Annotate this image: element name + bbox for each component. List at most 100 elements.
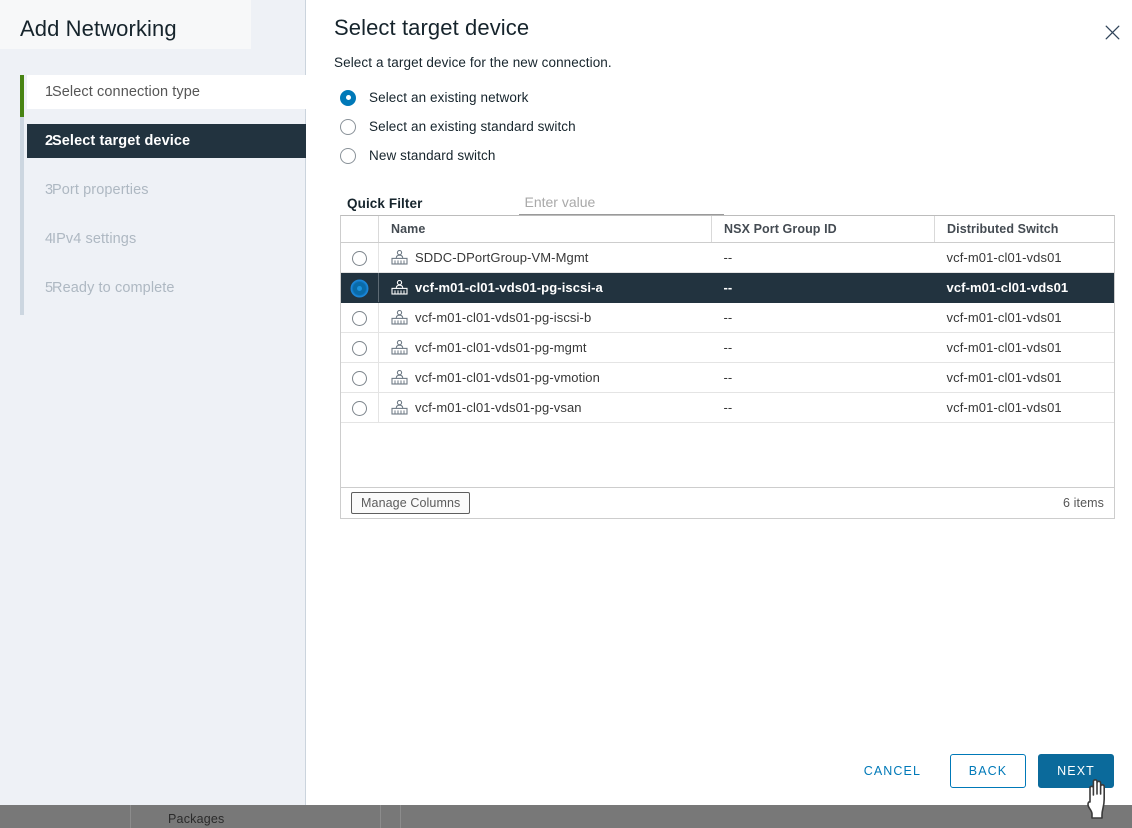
step-label: IPv4 settings [52,231,136,247]
datagrid-head: Name NSX Port Group ID Distributed Switc… [341,216,1114,243]
network-datagrid: Quick Filter Name NSX Port Group ID Dist… [340,177,1115,519]
radio-icon[interactable] [340,119,356,135]
row-radio-icon[interactable] [352,341,367,356]
row-select-cell[interactable] [341,393,379,423]
close-icon[interactable] [1097,17,1127,47]
cell-distributed-switch: vcf-m01-cl01-vds01 [935,243,1115,273]
cell-distributed-switch: vcf-m01-cl01-vds01 [935,393,1115,423]
radio-new-standard-switch[interactable]: New standard switch [340,141,576,170]
background-cell-2 [380,805,400,828]
radio-icon[interactable] [340,148,356,164]
column-header-name[interactable]: Name [379,216,712,243]
table-row[interactable]: vcf-m01-cl01-vds01-pg-vsan --vcf-m01-cl01… [341,393,1114,423]
step-spacer [20,256,306,271]
quick-filter-label: Quick Filter [347,196,422,215]
radio-label: Select an existing network [369,90,528,105]
background-cell-3 [400,805,1132,828]
cell-distributed-switch: vcf-m01-cl01-vds01 [935,363,1115,393]
sidebar-step-ready-to-complete[interactable]: 5 Ready to complete [27,271,306,305]
cell-name-text: SDDC-DPortGroup-VM-Mgmt [415,250,588,265]
row-radio-icon[interactable] [352,251,367,266]
radio-label: Select an existing standard switch [369,119,576,134]
sidebar-step-select-connection-type[interactable]: 1 Select connection type [27,75,306,109]
wizard-steps: 1 Select connection type 2 Select target… [20,75,306,305]
row-radio-icon[interactable] [352,281,367,296]
column-header-select [341,216,379,243]
row-radio-icon[interactable] [352,401,367,416]
row-select-cell[interactable] [341,303,379,333]
cell-nsx-port-group-id: -- [712,243,935,273]
row-select-cell[interactable] [341,243,379,273]
radio-select-existing-standard-switch[interactable]: Select an existing standard switch [340,112,576,141]
step-rail [20,75,24,315]
step-label: Select target device [52,133,190,149]
row-select-cell[interactable] [341,333,379,363]
cell-distributed-switch: vcf-m01-cl01-vds01 [935,303,1115,333]
step-number: 3 [45,182,53,198]
cancel-button[interactable]: CANCEL [847,754,938,788]
row-select-cell[interactable] [341,273,379,303]
row-radio-icon[interactable] [352,311,367,326]
wizard-content: Select target device Select a target dev… [307,0,1132,805]
cell-nsx-port-group-id: -- [712,393,935,423]
step-rail-progress [20,75,24,117]
table-row[interactable]: SDDC-DPortGroup-VM-Mgmt --vcf-m01-cl01-vd… [341,243,1114,273]
radio-select-existing-network[interactable]: Select an existing network [340,83,576,112]
step-number: 4 [45,231,53,247]
table-row[interactable]: vcf-m01-cl01-vds01-pg-iscsi-b--vcf-m01-c… [341,303,1114,333]
table-row[interactable]: vcf-m01-cl01-vds01-pg-iscsi-a--vcf-m01-c… [341,273,1114,303]
cell-name-text: vcf-m01-cl01-vds01-pg-vmotion [415,370,600,385]
datagrid-empty-space [341,423,1114,488]
cell-name: vcf-m01-cl01-vds01-pg-iscsi-a [379,273,712,303]
radio-label: New standard switch [369,148,495,163]
step-label: Select connection type [52,84,200,100]
cell-name-text: vcf-m01-cl01-vds01-pg-mgmt [415,340,587,355]
cell-distributed-switch: vcf-m01-cl01-vds01 [935,273,1115,303]
cell-distributed-switch: vcf-m01-cl01-vds01 [935,333,1115,363]
sidebar-step-select-target-device[interactable]: 2 Select target device [27,124,306,158]
datagrid-footer: Manage Columns 6 items [341,488,1114,518]
step-spacer [20,109,306,124]
cell-name-text: vcf-m01-cl01-vds01-pg-vsan [415,400,582,415]
cell-name: vcf-m01-cl01-vds01-pg-vsan [379,393,712,423]
content-subtitle: Select a target device for the new conne… [334,55,612,70]
cell-nsx-port-group-id: -- [712,333,935,363]
next-button[interactable]: NEXT [1038,754,1114,788]
background-tab-packages[interactable]: Packages [168,812,225,826]
column-header-nsx-port-group-id[interactable]: NSX Port Group ID [712,216,935,243]
cell-name: vcf-m01-cl01-vds01-pg-mgmt [379,333,712,363]
step-label: Ready to complete [52,280,175,296]
wizard-dialog: Add Networking 1 Select connection type … [0,0,1132,805]
cell-name: vcf-m01-cl01-vds01-pg-iscsi-b [379,303,712,333]
datagrid-body: SDDC-DPortGroup-VM-Mgmt--vcf-m01-cl01-vd… [341,243,1114,423]
distributed-port-group-icon [391,400,408,415]
radio-icon[interactable] [340,90,356,106]
quick-filter-row: Quick Filter [340,177,1115,215]
step-number: 2 [45,133,53,149]
table-row[interactable]: vcf-m01-cl01-vds01-pg-vmotion--vcf-m01-c… [341,363,1114,393]
search-input[interactable] [519,194,724,215]
step-spacer [20,207,306,222]
sidebar-step-port-properties[interactable]: 3 Port properties [27,173,306,207]
back-button[interactable]: BACK [950,754,1026,788]
row-select-cell[interactable] [341,363,379,393]
cell-name-text: vcf-m01-cl01-vds01-pg-iscsi-b [415,310,591,325]
manage-columns-button[interactable]: Manage Columns [351,492,470,514]
content-title: Select target device [334,15,529,41]
step-label: Port properties [52,182,149,198]
cell-name: SDDC-DPortGroup-VM-Mgmt [379,243,712,273]
step-spacer [20,158,306,173]
sidebar-step-ipv4-settings[interactable]: 4 IPv4 settings [27,222,306,256]
target-device-radio-group: Select an existing network Select an exi… [340,83,576,170]
cell-name: vcf-m01-cl01-vds01-pg-vmotion [379,363,712,393]
items-count-label: 6 items [1063,496,1104,510]
table-row[interactable]: vcf-m01-cl01-vds01-pg-mgmt --vcf-m01-cl01… [341,333,1114,363]
distributed-port-group-icon [391,280,408,295]
datagrid-table-container: Name NSX Port Group ID Distributed Switc… [340,215,1115,519]
row-radio-icon[interactable] [352,371,367,386]
column-header-distributed-switch[interactable]: Distributed Switch [935,216,1115,243]
add-networking-wizard: Packages Add Networking 1 Select connect… [0,0,1132,828]
datagrid-header-row: Name NSX Port Group ID Distributed Switc… [341,216,1114,243]
distributed-port-group-icon [391,250,408,265]
distributed-port-group-icon [391,310,408,325]
